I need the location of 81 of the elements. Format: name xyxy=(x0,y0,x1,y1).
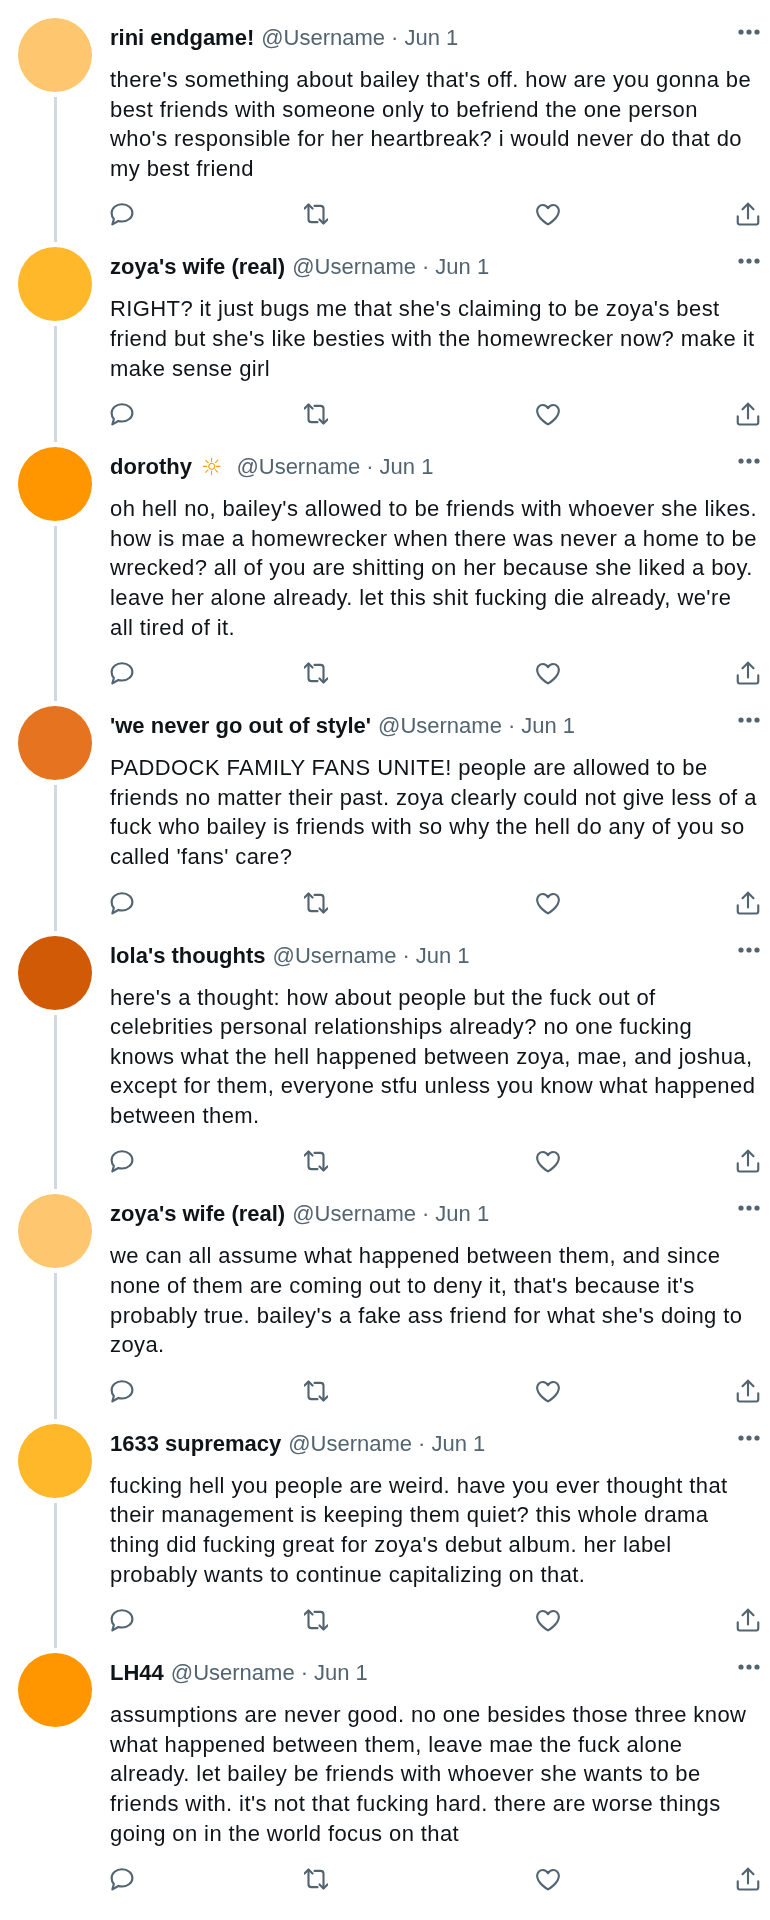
more-options-icon[interactable] xyxy=(738,458,760,465)
share-icon[interactable] xyxy=(736,1608,760,1633)
speech-bubble-icon[interactable] xyxy=(110,1149,134,1174)
more-options-icon[interactable] xyxy=(738,258,760,265)
repost-arrows-icon[interactable] xyxy=(304,402,328,427)
share-icon[interactable] xyxy=(736,1378,760,1403)
share-icon[interactable] xyxy=(736,402,760,427)
share-icon[interactable] xyxy=(736,1149,760,1174)
speech-bubble-icon[interactable] xyxy=(110,1378,134,1403)
post-date[interactable]: Jun 1 xyxy=(404,25,459,51)
separator: · xyxy=(391,25,399,51)
more-options-icon[interactable] xyxy=(738,946,760,953)
separator: · xyxy=(300,1660,308,1687)
speech-bubble-icon[interactable] xyxy=(110,1608,134,1633)
reply-text: there's something about bailey that's off. how are you gonna be best friends with someone only to befriend the one person who's responsible for her heartbreak? i would never do that do my best friend xyxy=(110,66,753,183)
display-name[interactable]: lola's thoughts xyxy=(110,942,266,969)
heart-icon[interactable] xyxy=(536,1608,560,1633)
more-options-icon[interactable] xyxy=(738,29,760,35)
heart-icon[interactable] xyxy=(536,202,560,227)
reply-text: PADDOCK FAMILY FANS UNITE! people are allowed to be friends no matter their past. zoya clearly could not give less of a fuck who bailey is friends with so why the hell do any of you so called 'fans' care? xyxy=(110,754,758,871)
display-name[interactable]: LH44 xyxy=(110,1660,164,1687)
separator: · xyxy=(422,254,430,281)
speech-bubble-icon[interactable] xyxy=(110,202,134,227)
username[interactable]: @Username xyxy=(378,713,502,740)
username[interactable]: @Username xyxy=(170,1660,295,1687)
post-date[interactable]: Jun 1 xyxy=(435,1201,490,1228)
username[interactable]: @Username xyxy=(288,1430,413,1457)
post-date[interactable]: Jun 1 xyxy=(431,1430,486,1457)
more-options-icon[interactable] xyxy=(738,1434,760,1441)
reply-text: assumptions are never good. no one besides those three know what happened between them, leave mae the fuck alone already. let bailey be friends with whoever she wants to be friends with. it's not that fucking hard. there are worse things going on in the world focus on that xyxy=(110,1701,748,1848)
post-date[interactable]: Jun 1 xyxy=(379,454,434,481)
more-options-icon[interactable] xyxy=(738,1664,760,1671)
heart-icon[interactable] xyxy=(536,661,560,686)
speech-bubble-icon[interactable] xyxy=(110,890,134,915)
reply-text: RIGHT? it just bugs me that she's claiming to be zoya's best friend but she's like besties with the homewrecker now? make it make sense girl xyxy=(110,295,756,383)
separator: · xyxy=(507,713,516,740)
heart-icon[interactable] xyxy=(536,890,560,915)
post-date[interactable]: Jun 1 xyxy=(521,713,576,740)
speech-bubble-icon[interactable] xyxy=(110,402,134,427)
repost-arrows-icon[interactable] xyxy=(304,1378,328,1403)
heart-icon[interactable] xyxy=(536,1378,560,1403)
share-icon[interactable] xyxy=(736,1867,760,1892)
display-name[interactable]: rini endgame! xyxy=(110,25,255,51)
display-name[interactable]: 1633 supremacy xyxy=(110,1430,282,1457)
separator: · xyxy=(366,454,374,481)
heart-icon[interactable] xyxy=(536,1867,560,1892)
share-icon[interactable] xyxy=(736,202,760,227)
display-name[interactable]: zoya's wife (real) xyxy=(110,254,286,281)
speech-bubble-icon[interactable] xyxy=(110,1867,134,1892)
reply-text: fucking hell you people are weird. have you ever thought that their management is keeping them quiet? this whole drama thing did fucking great for zoya's debut album. her label probably wants to continue capitalizing on that. xyxy=(110,1471,729,1589)
reply-text: here's a thought: how about people but the fuck out of celebrities personal relationships already? no one fucking knows what the hell happened between zoya, mae, and joshua, except for them, everyone stfu unless you know what happened between them. xyxy=(110,983,757,1130)
separator: · xyxy=(418,1430,426,1457)
username[interactable]: @Username xyxy=(272,942,397,969)
speech-bubble-icon[interactable] xyxy=(110,661,134,686)
display-name[interactable]: dorothy xyxy=(110,454,192,481)
repost-arrows-icon[interactable] xyxy=(304,1149,328,1174)
name-emoji: ☼ xyxy=(200,454,223,481)
username[interactable]: @Username xyxy=(292,1201,416,1228)
share-icon[interactable] xyxy=(736,661,760,686)
heart-icon[interactable] xyxy=(536,1149,560,1174)
reply-text: oh hell no, bailey's allowed to be friends with whoever she likes. how is mae a homewrecker when there was never a home to be wrecked? all of you are shitting on her because she liked a boy. leave her alone already. let this shit fucking die already, we're all tired of it. xyxy=(110,495,758,642)
separator: · xyxy=(422,1201,430,1228)
heart-icon[interactable] xyxy=(536,402,560,427)
reply-text: we can all assume what happened between them, and since none of them are coming out to deny it, that's because it's probably true. bailey's a fake ass friend for what she's doing to zoya. xyxy=(110,1242,744,1360)
display-name[interactable]: zoya's wife (real) xyxy=(110,1201,286,1228)
post-date[interactable]: Jun 1 xyxy=(313,1660,368,1687)
share-icon[interactable] xyxy=(736,890,760,915)
repost-arrows-icon[interactable] xyxy=(304,202,328,227)
display-name[interactable]: 'we never go out of style' xyxy=(110,713,372,740)
username[interactable]: @Username xyxy=(261,25,386,51)
separator: · xyxy=(402,942,410,969)
repost-arrows-icon[interactable] xyxy=(304,1608,328,1633)
more-options-icon[interactable] xyxy=(738,717,760,724)
repost-arrows-icon[interactable] xyxy=(304,661,328,686)
more-options-icon[interactable] xyxy=(738,1205,760,1212)
repost-arrows-icon[interactable] xyxy=(304,890,328,915)
username[interactable]: @Username xyxy=(292,254,416,281)
repost-arrows-icon[interactable] xyxy=(304,1867,328,1892)
post-date[interactable]: Jun 1 xyxy=(415,942,470,969)
username[interactable]: @Username xyxy=(236,454,361,481)
post-date[interactable]: Jun 1 xyxy=(435,254,490,281)
